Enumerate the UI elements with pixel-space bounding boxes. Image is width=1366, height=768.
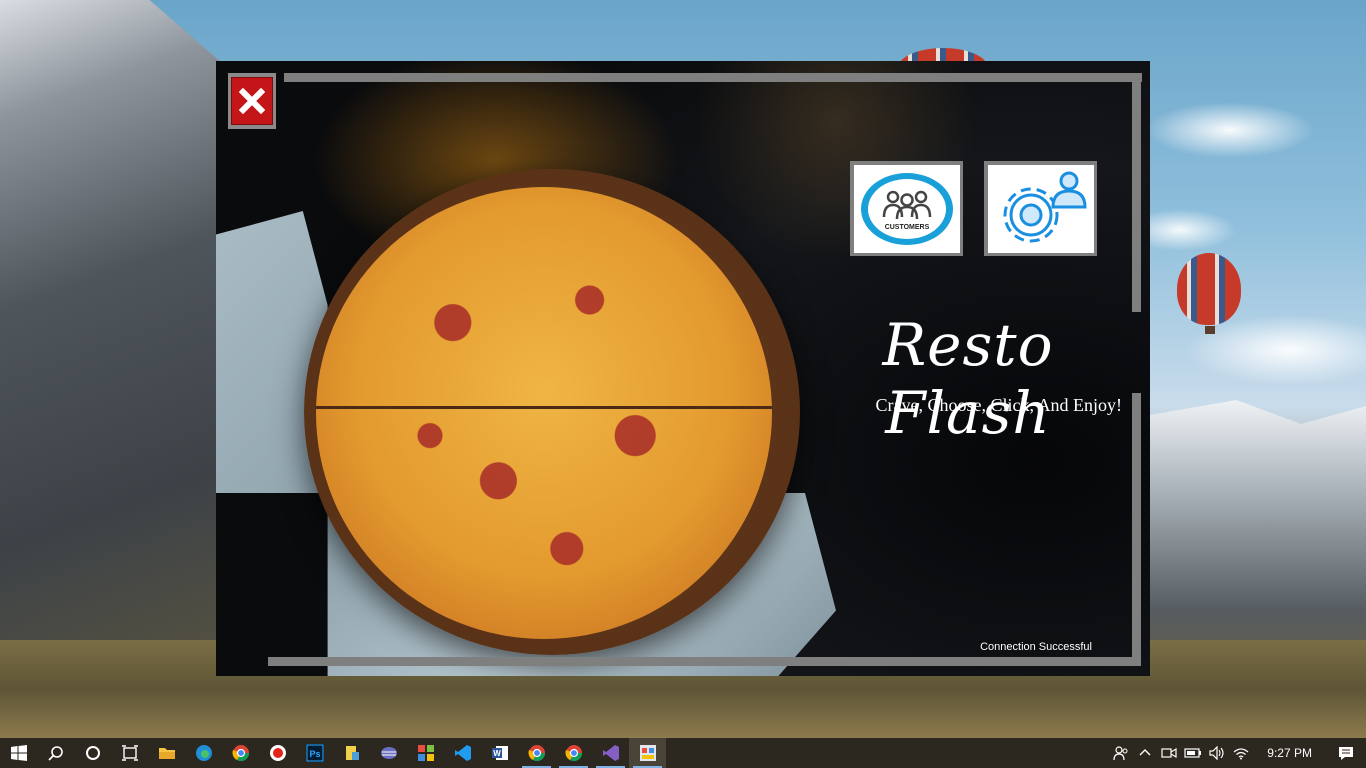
photoshop-button[interactable]: Ps xyxy=(296,738,333,768)
cortana-icon xyxy=(85,746,100,760)
chevron-up-icon[interactable] xyxy=(1133,738,1157,768)
word-button[interactable]: W xyxy=(481,738,518,768)
customers-label: CUSTOMERS xyxy=(884,224,929,231)
visual-studio-button[interactable] xyxy=(592,738,629,768)
vscode-icon xyxy=(454,745,471,761)
tiles-icon xyxy=(417,745,434,761)
chrome-button[interactable] xyxy=(222,738,259,768)
customers-icon: CUSTOMERS xyxy=(860,172,953,245)
file-explorer-button[interactable] xyxy=(148,738,185,768)
record-button[interactable] xyxy=(259,738,296,768)
resto-flash-window: CUSTOMERS Resto Flash Crave, Choose, Cli… xyxy=(216,61,1150,676)
admin-gear-icon xyxy=(1003,171,1087,242)
task-view-icon xyxy=(121,745,138,761)
start-button[interactable] xyxy=(0,738,37,768)
search-icon xyxy=(47,746,63,761)
record-icon xyxy=(269,745,286,761)
svg-text:Ps: Ps xyxy=(309,749,320,759)
vscode-button[interactable] xyxy=(444,738,481,768)
visual-studio-icon xyxy=(602,745,619,761)
photoshop-icon: Ps xyxy=(305,744,324,762)
windows-icon xyxy=(10,745,27,761)
battery-icon[interactable] xyxy=(1181,738,1205,768)
app-tagline: Crave, Choose, Click, And Enjoy! xyxy=(875,395,1122,415)
chrome-icon xyxy=(231,745,249,762)
search-button[interactable] xyxy=(37,738,74,768)
app-button-3[interactable] xyxy=(407,738,444,768)
volume-icon[interactable] xyxy=(1205,738,1229,768)
task-view-button[interactable] xyxy=(111,738,148,768)
resto-flash-taskbar-button[interactable] xyxy=(629,738,666,768)
chrome-button-2[interactable] xyxy=(518,738,555,768)
cortana-button[interactable] xyxy=(74,738,111,768)
people-icon[interactable] xyxy=(1109,738,1133,768)
clock[interactable]: 9:27 PM xyxy=(1253,746,1326,760)
balloon-basket xyxy=(1205,326,1215,334)
connection-status: Connection Successful xyxy=(980,641,1092,653)
close-icon xyxy=(231,77,273,125)
app-button-1[interactable] xyxy=(333,738,370,768)
app-stack-icon xyxy=(380,747,397,759)
pizza-image xyxy=(316,187,772,639)
system-tray: 9:27 PM xyxy=(1109,738,1366,768)
pizza-cut-line xyxy=(316,406,772,409)
edge-button[interactable] xyxy=(185,738,222,768)
mountain xyxy=(0,0,230,700)
hot-air-balloon xyxy=(1177,253,1241,325)
wifi-icon[interactable] xyxy=(1229,738,1253,768)
admin-settings-button[interactable] xyxy=(984,161,1097,256)
frame-border xyxy=(284,73,1142,82)
app-icon xyxy=(345,746,359,760)
edge-icon xyxy=(195,745,212,761)
chrome-icon xyxy=(527,745,545,762)
frame-border xyxy=(268,657,1141,666)
taskbar: Ps W 9:27 PM xyxy=(0,738,1366,768)
word-icon: W xyxy=(491,746,508,760)
folder-icon xyxy=(158,748,175,759)
app-title: Resto Flash xyxy=(882,311,1054,447)
app-window-icon xyxy=(639,745,656,761)
chrome-button-3[interactable] xyxy=(555,738,592,768)
customers-button[interactable]: CUSTOMERS xyxy=(850,161,963,256)
meet-now-icon[interactable] xyxy=(1157,738,1181,768)
close-button[interactable] xyxy=(228,73,276,129)
svg-text:W: W xyxy=(493,749,501,758)
chrome-icon xyxy=(564,745,582,762)
app-button-2[interactable] xyxy=(370,738,407,768)
notifications-icon[interactable] xyxy=(1326,738,1366,768)
frame-border xyxy=(1132,82,1141,312)
